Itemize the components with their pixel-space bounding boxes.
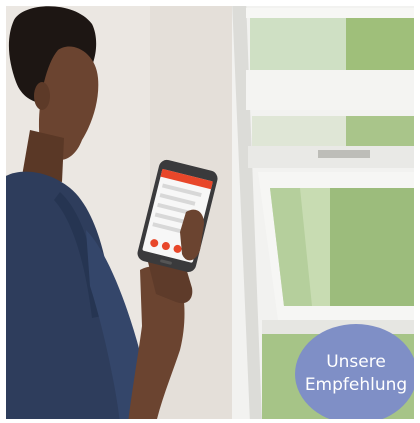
badge-line-1: Unsere [326, 352, 386, 372]
product-photo: Unsere Empfehlung [6, 6, 414, 419]
badge-line-2: Empfehlung [304, 375, 408, 395]
recommendation-badge: Unsere Empfehlung [295, 324, 414, 419]
